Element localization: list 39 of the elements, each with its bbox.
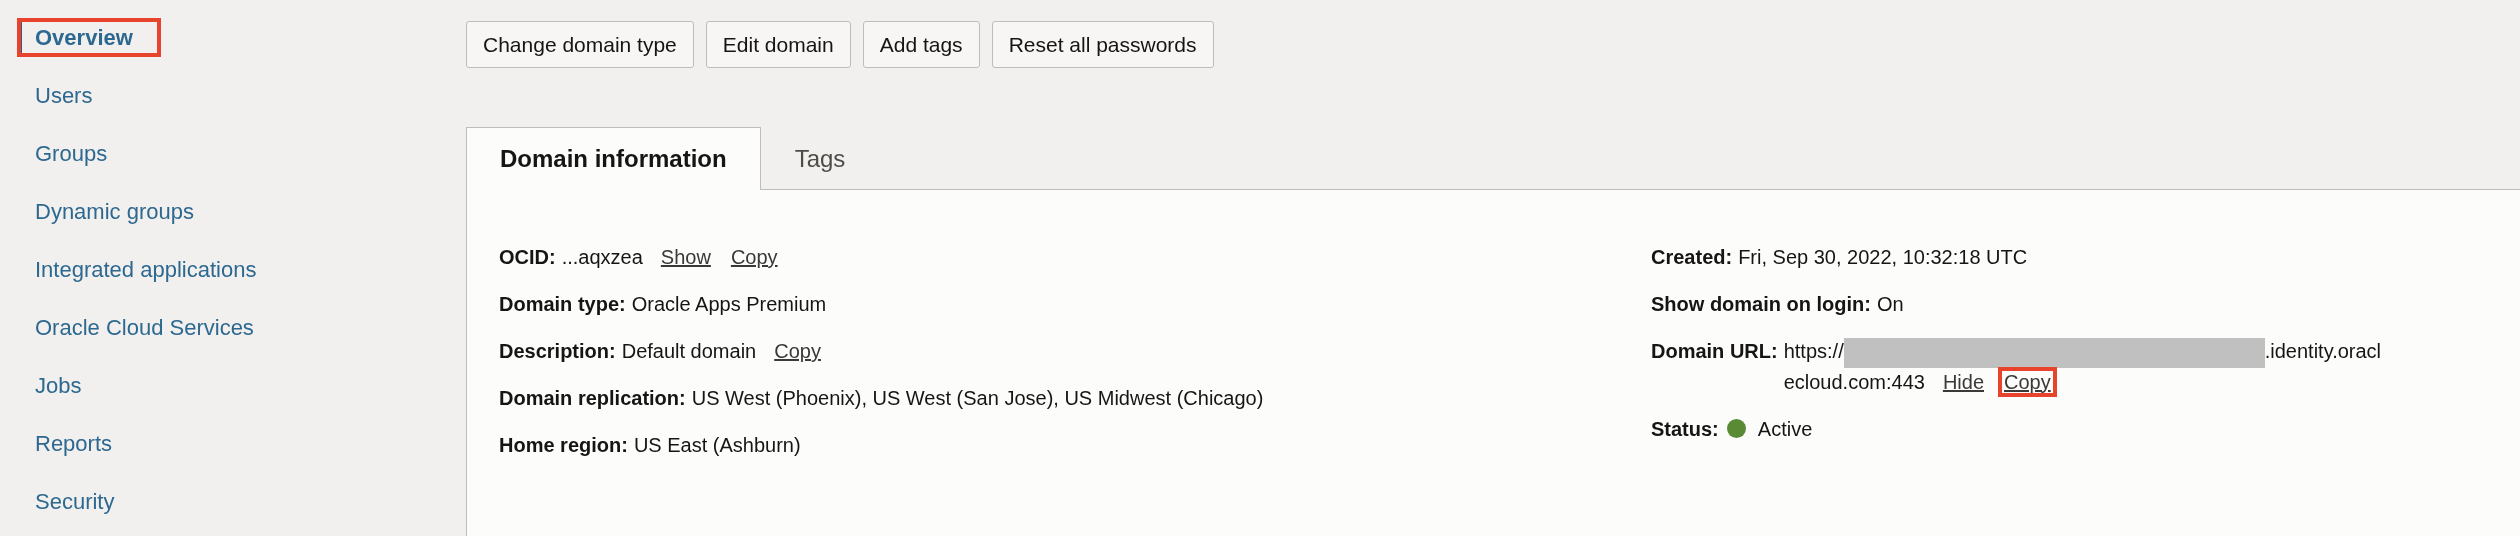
field-value: Fri, Sep 30, 2022, 10:32:18 UTC <box>1738 245 2028 270</box>
field-label: OCID: <box>499 245 556 270</box>
sidebar-item[interactable]: Groups <box>19 136 134 171</box>
sidebar-item[interactable]: Oracle Cloud Services <box>19 310 280 345</box>
action-button[interactable]: Add tags <box>862 21 980 68</box>
status-text: Active <box>1757 416 1813 442</box>
field-value: ...aqxzea <box>561 245 643 270</box>
sidebar-item[interactable]: Integrated applications <box>19 252 283 287</box>
field-label: Created: <box>1651 245 1733 270</box>
field-value: Oracle Apps Premium <box>631 292 827 317</box>
field-value: US East (Ashburn) <box>633 433 801 458</box>
action-button[interactable]: Change domain type <box>466 21 694 68</box>
copy-link[interactable]: Copy <box>772 337 823 365</box>
field-label: Domain type: <box>499 292 626 317</box>
field-value: Default domain <box>621 339 757 364</box>
sidebar-item[interactable]: Reports <box>19 426 139 461</box>
tab[interactable]: Tags <box>760 127 880 190</box>
sidebar-item[interactable]: Security <box>19 484 141 519</box>
tab[interactable]: Domain information <box>466 127 761 190</box>
action-button[interactable]: Reset all passwords <box>991 21 1214 68</box>
field-label: Domain replication: <box>499 386 686 411</box>
field-value: https:// <box>1783 340 1844 362</box>
field-label: Description: <box>499 339 616 364</box>
sidebar-item[interactable]: Overview <box>19 20 159 55</box>
copy-link[interactable]: Copy <box>728 243 780 271</box>
copy-link[interactable]: Show <box>658 243 713 271</box>
sidebar-item[interactable]: Jobs <box>19 368 108 403</box>
sidebar-item[interactable]: Dynamic groups <box>19 194 220 229</box>
field-label: Status: <box>1651 416 1719 442</box>
copy-link[interactable]: Hide <box>1940 370 1986 393</box>
field-label: Home region: <box>499 433 628 458</box>
action-button[interactable]: Edit domain <box>705 21 851 68</box>
field-value: .identity.oracl <box>2264 340 2382 362</box>
sidebar-item[interactable]: Users <box>19 78 119 113</box>
field-value: ecloud.com:443 <box>1783 370 1925 393</box>
field-label: Show domain on login: <box>1651 292 1871 317</box>
field-label: Domain URL: <box>1651 339 1778 364</box>
field-value: On <box>1877 292 1904 317</box>
field-value: US West (Phoenix), US West (San Jose), US Midwest (Chicago) <box>691 386 1264 411</box>
